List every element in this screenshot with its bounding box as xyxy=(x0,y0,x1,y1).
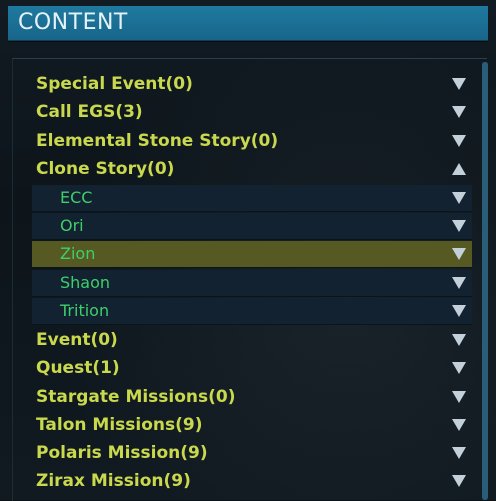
category-label: Event(0) xyxy=(36,330,118,350)
content-header: CONTENT xyxy=(8,6,488,41)
category-stargate-missions[interactable]: Stargate Missions(0) xyxy=(24,384,472,410)
expand-triangle-icon[interactable] xyxy=(452,277,466,289)
subitem-shaon[interactable]: Shaon xyxy=(32,270,472,297)
expand-triangle-icon[interactable] xyxy=(452,248,466,260)
subitem-ori[interactable]: Ori xyxy=(32,213,472,240)
category-label: Quest(1) xyxy=(36,358,120,378)
scrollbar-thumb[interactable] xyxy=(482,62,488,500)
expand-triangle-icon[interactable] xyxy=(452,220,466,232)
expand-triangle-icon[interactable] xyxy=(452,78,466,90)
expand-triangle-icon[interactable] xyxy=(452,305,466,317)
collapse-triangle-icon[interactable] xyxy=(452,163,466,175)
expand-triangle-icon[interactable] xyxy=(452,475,466,487)
category-event[interactable]: Event(0) xyxy=(24,327,472,353)
scrollbar[interactable] xyxy=(482,62,488,500)
category-label: Talon Missions(9) xyxy=(36,415,203,435)
category-label: Clone Story(0) xyxy=(36,159,175,179)
category-label: Zirax Mission(9) xyxy=(36,471,191,491)
content-window: CONTENT Special Event(0) Call EGS(3) Ele… xyxy=(0,0,496,501)
category-polaris-mission[interactable]: Polaris Mission(9) xyxy=(24,440,472,466)
header-title: CONTENT xyxy=(18,10,128,35)
category-quest[interactable]: Quest(1) xyxy=(24,355,472,381)
category-elemental-stone-story[interactable]: Elemental Stone Story(0) xyxy=(24,128,472,154)
expand-triangle-icon[interactable] xyxy=(452,447,466,459)
expand-triangle-icon[interactable] xyxy=(452,419,466,431)
subitem-label: Trition xyxy=(60,301,110,320)
expand-triangle-icon[interactable] xyxy=(452,362,466,374)
subitem-label: Ori xyxy=(60,216,84,235)
expand-triangle-icon[interactable] xyxy=(452,334,466,346)
category-clone-story[interactable]: Clone Story(0) xyxy=(24,156,472,182)
category-call-egs[interactable]: Call EGS(3) xyxy=(24,99,472,125)
category-label: Call EGS(3) xyxy=(36,102,143,122)
expand-triangle-icon[interactable] xyxy=(452,135,466,147)
subitem-trition[interactable]: Trition xyxy=(32,298,472,325)
category-label: Stargate Missions(0) xyxy=(36,387,236,407)
subitem-label: Shaon xyxy=(60,273,111,292)
subitem-label: ECC xyxy=(60,188,93,207)
expand-triangle-icon[interactable] xyxy=(452,106,466,118)
expand-triangle-icon[interactable] xyxy=(452,192,466,204)
category-talon-missions[interactable]: Talon Missions(9) xyxy=(24,412,472,438)
subitem-zion[interactable]: Zion xyxy=(32,241,472,268)
category-zirax-mission[interactable]: Zirax Mission(9) xyxy=(24,468,472,494)
category-label: Special Event(0) xyxy=(36,74,193,94)
subitem-ecc[interactable]: ECC xyxy=(32,185,472,212)
category-special-event[interactable]: Special Event(0) xyxy=(24,71,472,97)
category-label: Polaris Mission(9) xyxy=(36,443,208,463)
expand-triangle-icon[interactable] xyxy=(452,391,466,403)
category-label: Elemental Stone Story(0) xyxy=(36,131,279,151)
subitem-label: Zion xyxy=(60,244,96,263)
